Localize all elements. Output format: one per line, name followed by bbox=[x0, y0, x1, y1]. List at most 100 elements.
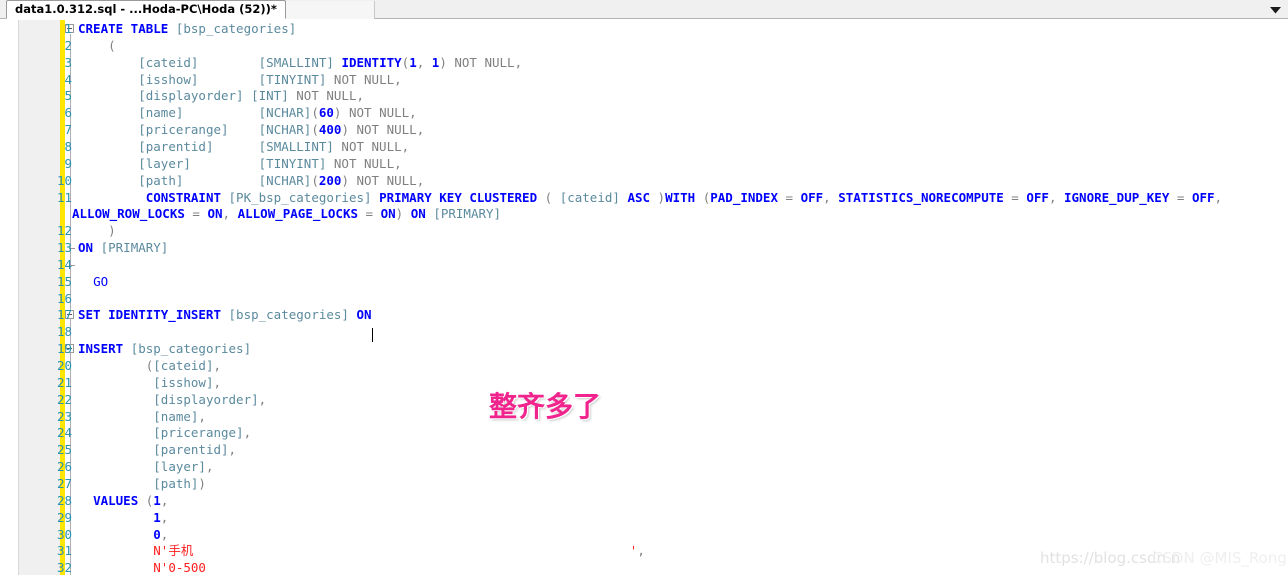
line-number: 4 bbox=[64, 71, 72, 87]
code-token: = bbox=[184, 206, 208, 222]
code-token: ( bbox=[311, 105, 319, 121]
code-line[interactable]: [path] [NCHAR](200) NOT NULL, bbox=[78, 173, 424, 190]
line-number: 1 bbox=[64, 21, 72, 36]
code-line[interactable]: [cateid] [SMALLINT] IDENTITY(1, 1) NOT N… bbox=[78, 55, 522, 72]
code-line[interactable]: [path]) bbox=[78, 476, 206, 493]
text-caret bbox=[371, 328, 373, 343]
code-line[interactable]: ALLOW_ROW_LOCKS = ON, ALLOW_PAGE_LOCKS =… bbox=[72, 206, 501, 223]
code-token: ( bbox=[311, 122, 319, 138]
code-line[interactable]: [name] [NCHAR](60) NOT NULL, bbox=[78, 105, 417, 122]
code-line[interactable]: N'0-500 bbox=[78, 560, 206, 575]
line-number: 20 bbox=[56, 358, 72, 373]
code-line[interactable]: [pricerange] [NCHAR](400) NOT NULL, bbox=[78, 122, 424, 139]
line-number: 28 bbox=[56, 492, 72, 508]
code-line[interactable]: ) bbox=[78, 223, 116, 240]
code-token: SET IDENTITY_INSERT bbox=[78, 307, 221, 323]
code-token: , bbox=[823, 189, 839, 205]
code-token: ALLOW_ROW_LOCKS bbox=[72, 206, 185, 222]
line-number: 24 bbox=[56, 425, 72, 441]
chevron-down-icon[interactable] bbox=[1268, 3, 1282, 16]
code-token: [displayorder] bbox=[153, 391, 259, 407]
code-token: , bbox=[1048, 189, 1064, 205]
code-line[interactable]: 1, bbox=[78, 510, 168, 527]
code-token: ON bbox=[78, 240, 94, 256]
inactive-tab-area[interactable] bbox=[285, 1, 375, 19]
code-token: , bbox=[198, 408, 206, 424]
code-token: ) NOT NULL, bbox=[341, 172, 425, 188]
code-token: , bbox=[160, 509, 169, 525]
code-line[interactable]: [layer], bbox=[78, 459, 213, 476]
code-line[interactable]: CONSTRAINT [PK_bsp_categories] PRIMARY K… bbox=[78, 190, 1222, 207]
code-line[interactable]: N'手机 ', bbox=[78, 543, 645, 560]
code-token: 0 bbox=[153, 526, 161, 542]
code-line[interactable]: 0, bbox=[78, 527, 168, 544]
line-number: 12 bbox=[56, 223, 72, 239]
code-token: [layer] bbox=[138, 155, 191, 171]
code-token: [bsp_categories] bbox=[130, 341, 252, 357]
code-line[interactable]: [isshow], bbox=[78, 375, 221, 392]
line-number: 3 bbox=[64, 54, 72, 70]
code-token: [name] bbox=[153, 408, 199, 424]
code-token: 60 bbox=[318, 105, 334, 121]
code-line[interactable]: [name], bbox=[78, 409, 206, 426]
line-number: 29 bbox=[56, 509, 72, 525]
tab-data1-0-312-sql[interactable]: data1.0.312.sql - ...Hoda-PC\Hoda (52))* bbox=[6, 0, 286, 19]
code-token: CONSTRAINT bbox=[145, 189, 229, 205]
code-token: [cateid] bbox=[138, 54, 199, 70]
code-token: NOT NULL, bbox=[326, 155, 402, 171]
code-line[interactable]: [displayorder], bbox=[78, 392, 266, 409]
code-token: [pricerange] bbox=[153, 425, 244, 441]
code-line[interactable]: GO bbox=[78, 274, 108, 291]
code-token: 200 bbox=[318, 172, 342, 188]
code-line[interactable]: ON [PRIMARY] bbox=[78, 240, 168, 257]
code-text-area[interactable]: 1 CREATE TABLE [bsp_categories] 2 (3 [cate… bbox=[57, 20, 1288, 575]
code-token: STATISTICS_NORECOMPUTE bbox=[838, 189, 1004, 205]
code-token: [PK_bsp_categories] bbox=[228, 189, 372, 205]
code-line[interactable]: [isshow] [TINYINT] NOT NULL, bbox=[78, 72, 401, 89]
line-number: 5 bbox=[64, 88, 72, 104]
code-token: OFF bbox=[800, 189, 824, 205]
code-line[interactable]: [layer] [TINYINT] NOT NULL, bbox=[78, 155, 402, 173]
sql-editor-window: data1.0.312.sql - ...Hoda-PC\Hoda (52))*… bbox=[0, 0, 1288, 575]
code-editor-surface[interactable]: 1 CREATE TABLE [bsp_categories] 2 (3 [cate… bbox=[0, 20, 1288, 575]
code-token: , bbox=[228, 442, 237, 458]
code-token: [parentid] bbox=[138, 138, 214, 154]
line-number: 10 bbox=[56, 172, 72, 188]
code-line[interactable]: INSERT [bsp_categories] bbox=[78, 341, 251, 358]
code-token: [INT] bbox=[251, 88, 289, 104]
code-line[interactable]: SET IDENTITY_INSERT [bsp_categories] ON bbox=[78, 307, 372, 324]
code-line[interactable]: CREATE TABLE [bsp_categories] bbox=[78, 21, 296, 38]
code-token: [cateid] bbox=[559, 189, 620, 205]
tab-label: data1.0.312.sql - ...Hoda-PC\Hoda (52))* bbox=[15, 2, 277, 16]
code-token: CREATE TABLE bbox=[78, 21, 176, 36]
line-number: 16 bbox=[56, 290, 72, 306]
code-line[interactable]: ([cateid], bbox=[78, 358, 221, 375]
code-token: ) bbox=[198, 475, 206, 491]
code-line[interactable]: [parentid] [SMALLINT] NOT NULL, bbox=[78, 139, 409, 156]
code-line[interactable]: [displayorder] [INT] NOT NULL, bbox=[78, 88, 364, 105]
code-token: NOT NULL, bbox=[288, 88, 365, 104]
code-line[interactable]: [parentid], bbox=[78, 442, 236, 459]
code-line[interactable]: VALUES (1, bbox=[78, 493, 168, 510]
code-token: WITH bbox=[665, 189, 696, 205]
code-line[interactable]: [pricerange], bbox=[78, 425, 251, 442]
code-line[interactable]: ( bbox=[78, 38, 116, 55]
line-number: 26 bbox=[56, 459, 72, 475]
